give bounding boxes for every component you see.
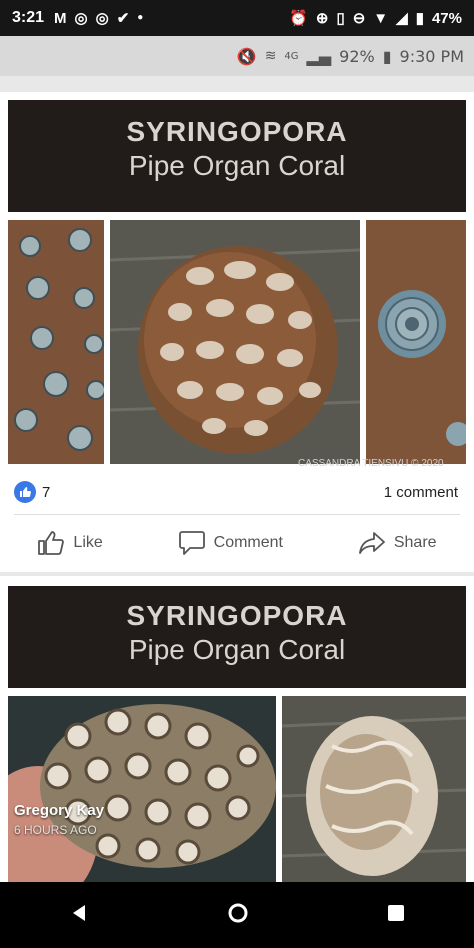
signal-icon: ▂▄ [306, 46, 332, 66]
divider [14, 514, 460, 515]
recents-icon[interactable] [387, 904, 405, 927]
network-type: 4G [284, 50, 299, 62]
check-icon: ✔ [116, 9, 130, 27]
inner-status-bar: 🔇 ≋ 4G ▂▄ 92% ▮ 9:30 PM [0, 36, 474, 76]
share-button[interactable]: Share [358, 530, 437, 556]
post-card: SYRINGOPORA Pipe Organ Coral [0, 92, 474, 572]
dot-icon: ● [137, 12, 144, 23]
action-row: Like Comment Share [0, 518, 474, 568]
wifi-icon: ≋ [264, 48, 277, 64]
vibrate-icon: ▯ [336, 9, 345, 27]
author-name[interactable]: Gregory Kay [14, 802, 104, 819]
status-time: 3:21 [12, 9, 45, 26]
instagram-icon: ◎ [95, 9, 109, 27]
battery-icon: ▮ [415, 9, 424, 27]
reaction-row: 7 1 comment [0, 472, 474, 512]
thumbs-up-icon [37, 530, 65, 556]
comment-label: Comment [213, 534, 283, 551]
battery-percent: 47% [431, 9, 462, 27]
like-reaction-icon[interactable] [14, 481, 36, 503]
post-photo-right[interactable] [366, 220, 466, 464]
share-label: Share [393, 534, 437, 551]
post-banner: SYRINGOPORA Pipe Organ Coral [8, 586, 466, 688]
notification-icons: M ◎ ◎ ✔ ● [54, 11, 143, 26]
inner-battery: 92% [339, 46, 375, 66]
post-photo-left[interactable] [8, 220, 104, 464]
alarm-icon: ⏰ [289, 9, 308, 27]
mute-icon: 🔇 [236, 46, 257, 66]
feed[interactable]: SYRINGOPORA Pipe Organ Coral CASSANDRA T… [0, 76, 474, 882]
post-photo-center[interactable] [110, 220, 360, 464]
banner-subtitle: Pipe Organ Coral [128, 634, 346, 665]
photo-credit: CASSANDRA TIENSIVU © 2020 [298, 458, 444, 469]
back-icon[interactable] [69, 903, 89, 928]
banner-subtitle: Pipe Organ Coral [128, 150, 346, 181]
share-arrow-icon [358, 530, 386, 556]
post-photo-right[interactable] [282, 696, 466, 882]
post-card: SYRINGOPORA Pipe Organ Coral [0, 576, 474, 882]
post-photo-left[interactable] [8, 696, 276, 882]
banner-title: SYRINGOPORA [126, 600, 348, 631]
like-label: Like [73, 534, 103, 551]
gmail-icon: M [54, 9, 67, 27]
wifi-icon: ▼ [373, 9, 389, 27]
instagram-icon: ◎ [74, 9, 88, 27]
comment-button[interactable]: Comment [178, 530, 283, 556]
inner-time: 9:30 PM [399, 46, 464, 66]
home-icon[interactable] [227, 902, 249, 929]
dnd-icon: ⊖ [352, 9, 366, 27]
comment-count[interactable]: 1 comment [384, 484, 458, 501]
like-count[interactable]: 7 [42, 484, 50, 501]
status-bar: 3:21 M ◎ ◎ ✔ ● ⏰ ⊕ ▯ ⊖ ▼ ◢ ▮ 47% [0, 0, 474, 36]
system-icons: ⏰ ⊕ ▯ ⊖ ▼ ◢ ▮ 47% [289, 10, 462, 27]
data-saver-icon: ⊕ [315, 9, 329, 27]
post-banner: SYRINGOPORA Pipe Organ Coral [8, 100, 466, 212]
post-timestamp: 6 HOURS AGO [14, 823, 97, 837]
signal-icon: ◢ [396, 9, 408, 27]
banner-title: SYRINGOPORA [126, 116, 348, 147]
like-button[interactable]: Like [37, 530, 103, 556]
battery-icon: ▮ [382, 46, 392, 66]
navigation-bar [0, 882, 474, 948]
comment-bubble-icon [178, 530, 206, 556]
